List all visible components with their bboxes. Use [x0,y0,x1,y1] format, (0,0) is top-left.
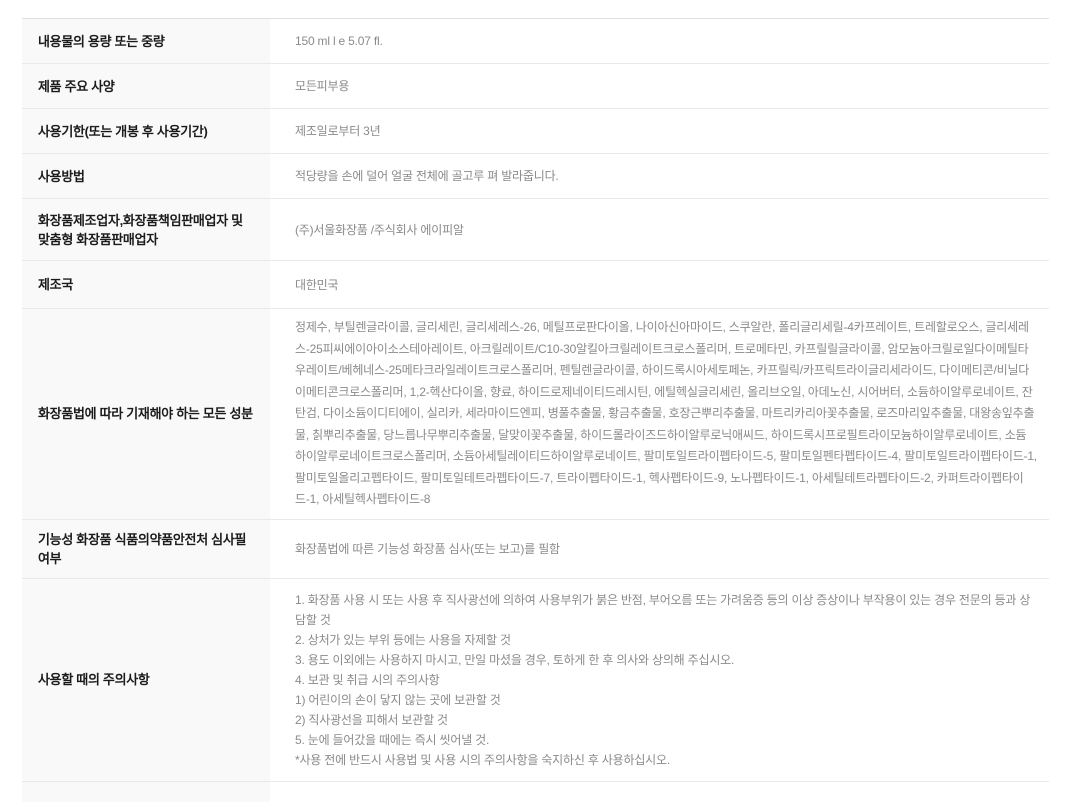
row-label: 사용방법 [22,154,270,198]
row-label: 사용기한(또는 개봉 후 사용기간) [22,109,270,153]
row-label: 제조국 [22,261,270,308]
caution-line: 2. 상처가 있는 부위 등에는 사용을 자제할 것 [295,630,1037,650]
table-row-expiry: 사용기한(또는 개봉 후 사용기간) 제조일로부터 3년 [22,109,1049,154]
table-row-usage: 사용방법 적당량을 손에 덜어 얼굴 전체에 골고루 펴 발라줍니다. [22,154,1049,199]
caution-line: 1) 어린이의 손이 닿지 않는 곳에 보관할 것 [295,690,1037,710]
row-value-ingredients: 정제수, 부틸렌글라이콜, 글리세린, 글리세레스-26, 메틸프로판다이올, … [270,309,1049,519]
row-value: 화장품법에 따른 기능성 화장품 심사(또는 보고)를 필함 [270,529,1049,569]
product-spec-table: 내용물의 용량 또는 중량 150 ml l e 5.07 fl. 제품 주요 … [22,18,1049,802]
table-row-partial [22,782,1049,802]
table-row-spec: 제품 주요 사양 모든피부용 [22,64,1049,109]
caution-line: 2) 직사광선을 피해서 보관할 것 [295,710,1037,730]
caution-line: 4. 보관 및 취급 시의 주의사항 [295,670,1037,690]
row-label: 기능성 화장품 식품의약품안전처 심사필 여부 [22,520,270,578]
row-value: 적당량을 손에 덜어 얼굴 전체에 골고루 펴 발라줍니다. [270,156,1049,196]
row-label: 화장품제조업자,화장품책임판매업자 및 맞춤형 화장품판매업자 [22,199,270,260]
row-label: 내용물의 용량 또는 중량 [22,19,270,63]
row-value: 150 ml l e 5.07 fl. [270,21,1049,61]
row-label-partial [22,782,270,802]
table-row-manufacturer: 화장품제조업자,화장품책임판매업자 및 맞춤형 화장품판매업자 (주)서울화장품… [22,199,1049,261]
row-label: 제품 주요 사양 [22,64,270,108]
row-value: 모든피부용 [270,66,1049,106]
table-row-ingredients: 화장품법에 따라 기재해야 하는 모든 성분 정제수, 부틸렌글라이콜, 글리세… [22,309,1049,520]
caution-line: *사용 전에 반드시 사용법 및 사용 시의 주의사항을 숙지하신 후 사용하십… [295,750,1037,770]
row-value-partial [270,782,1049,802]
caution-line: 1. 화장품 사용 시 또는 사용 후 직사광선에 의하여 사용부위가 붉은 반… [295,590,1037,630]
row-label: 화장품법에 따라 기재해야 하는 모든 성분 [22,309,270,519]
table-row-cautions: 사용할 때의 주의사항 1. 화장품 사용 시 또는 사용 후 직사광선에 의하… [22,579,1049,782]
caution-line: 3. 용도 이외에는 사용하지 마시고, 만일 마셨을 경우, 토하게 한 후 … [295,650,1037,670]
row-label: 사용할 때의 주의사항 [22,579,270,781]
row-value: (주)서울화장품 /주식회사 에이피알 [270,210,1049,250]
table-row-country: 제조국 대한민국 [22,261,1049,309]
table-row-functional-approval: 기능성 화장품 식품의약품안전처 심사필 여부 화장품법에 따른 기능성 화장품… [22,520,1049,579]
table-row-volume: 내용물의 용량 또는 중량 150 ml l e 5.07 fl. [22,19,1049,64]
row-value: 대한민국 [270,265,1049,305]
row-value-cautions: 1. 화장품 사용 시 또는 사용 후 직사광선에 의하여 사용부위가 붉은 반… [270,579,1049,781]
row-value: 제조일로부터 3년 [270,111,1049,151]
